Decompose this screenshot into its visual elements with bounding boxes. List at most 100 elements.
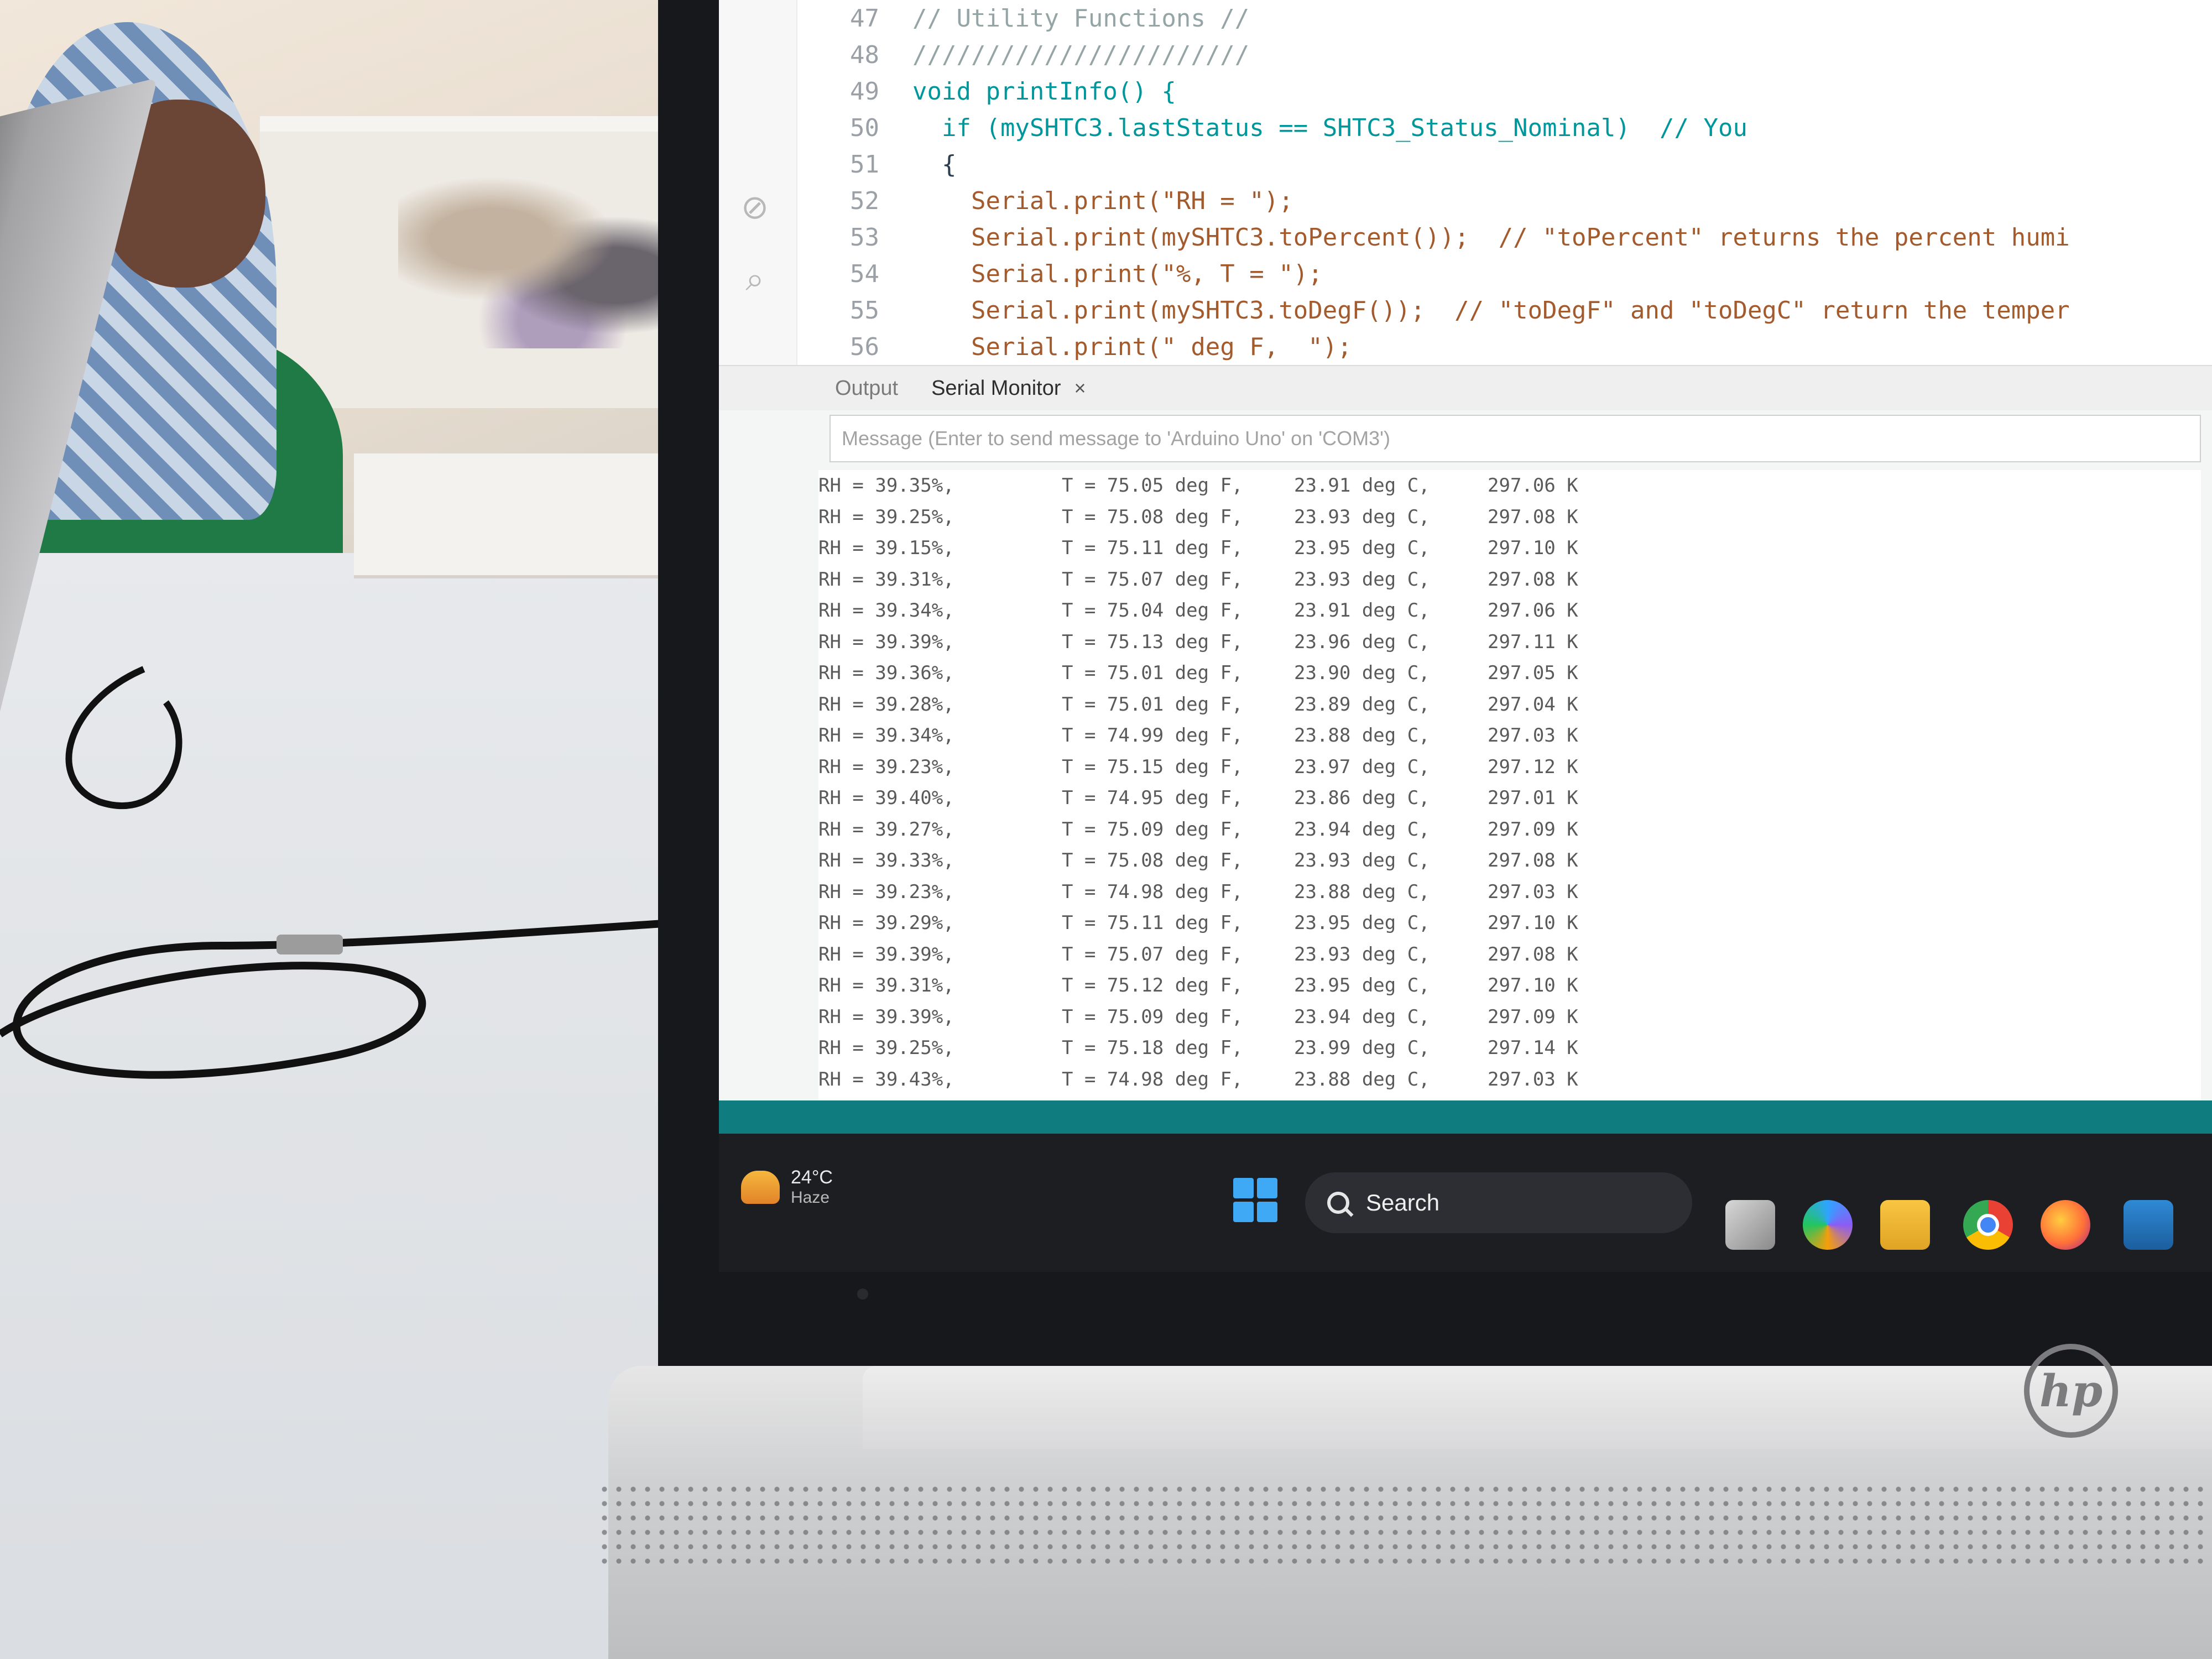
serial-tf: T = 75.07 deg F, [1062, 943, 1243, 966]
code-line[interactable]: 48 /////////////////////// [813, 36, 2195, 73]
weather-widget[interactable]: 24°C Haze [741, 1167, 833, 1207]
weather-temperature: 24°C [791, 1167, 833, 1188]
serial-tc: 23.95 deg C, [1294, 974, 1430, 997]
store-icon[interactable] [2124, 1200, 2173, 1250]
panel-tabs: Output Serial Monitor × [719, 365, 2212, 410]
serial-row: RH = 39.23%, T = 74.98 deg F, 23.88 deg C,… [818, 877, 2201, 908]
serial-rh: RH = 39.39%, [818, 1005, 954, 1028]
code-text: // Utility Functions // [912, 4, 1250, 33]
code-text: Serial.print(mySHTC3.toDegF()); // "toDe… [912, 296, 2070, 325]
serial-tf: T = 75.09 deg F, [1062, 1005, 1243, 1028]
serial-row: RH = 39.31%, T = 75.12 deg F, 23.95 deg C,… [818, 970, 2201, 1001]
line-number: 52 [850, 186, 879, 215]
serial-tk: 297.01 K [1488, 787, 1578, 810]
code-line[interactable]: 49 void printInfo() { [813, 73, 2195, 109]
serial-row: RH = 39.39%, T = 75.13 deg F, 23.96 deg C,… [818, 627, 2201, 658]
code-editor[interactable]: ⊘ ⌕ 47 // Utility Functions // 48 /////////… [719, 0, 2212, 365]
serial-tf: T = 74.98 deg F, [1062, 1068, 1243, 1091]
line-number: 48 [850, 40, 879, 69]
code-line[interactable]: 53 Serial.print(mySHTC3.toPercent()); //… [813, 219, 2195, 255]
laptop-screen: ⊘ ⌕ 47 // Utility Functions // 48 /////////… [719, 0, 2212, 1272]
serial-tk: 297.10 K [1488, 974, 1578, 997]
serial-tk: 297.08 K [1488, 505, 1578, 528]
chrome-icon[interactable] [1963, 1200, 2013, 1250]
serial-tf: T = 75.04 deg F, [1062, 599, 1243, 622]
usb-cable [0, 666, 664, 1079]
serial-tf: T = 75.18 deg F, [1062, 1037, 1243, 1060]
code-line[interactable]: 55 Serial.print(mySHTC3.toDegF()); // "t… [813, 292, 2195, 328]
serial-tc: 23.91 deg C, [1294, 474, 1430, 497]
search-sidebar-icon[interactable]: ⌕ [735, 260, 774, 299]
serial-rh: RH = 39.28%, [818, 693, 954, 716]
close-icon[interactable]: × [1074, 377, 1086, 400]
serial-tk: 297.10 K [1488, 912, 1578, 935]
serial-rh: RH = 39.29%, [818, 912, 954, 935]
debug-icon[interactable]: ⊘ [735, 188, 774, 227]
serial-tc: 23.88 deg C, [1294, 1068, 1430, 1091]
serial-tk: 297.14 K [1488, 1037, 1578, 1060]
file-explorer-icon[interactable] [1880, 1200, 1930, 1250]
code-text: /////////////////////// [912, 40, 1250, 69]
line-number: 50 [850, 113, 879, 142]
serial-tk: 297.12 K [1488, 755, 1578, 778]
serial-rh: RH = 39.25%, [818, 1037, 954, 1060]
serial-tc: 23.88 deg C, [1294, 880, 1430, 903]
task-view-icon[interactable] [1725, 1200, 1775, 1250]
serial-rh: RH = 39.23%, [818, 755, 954, 778]
serial-tf: T = 75.01 deg F, [1062, 662, 1243, 685]
code-line[interactable]: 47 // Utility Functions // [813, 0, 2195, 36]
serial-message-placeholder: Message (Enter to send message to 'Ardui… [842, 427, 1390, 450]
serial-tf: T = 75.13 deg F, [1062, 630, 1243, 653]
serial-tk: 297.08 K [1488, 568, 1578, 591]
line-number: 49 [850, 77, 879, 106]
editor-sidebar: ⊘ ⌕ [719, 0, 797, 365]
serial-tf: T = 75.01 deg F, [1062, 693, 1243, 716]
code-line[interactable]: 56 Serial.print(" deg F, "); [813, 328, 2195, 365]
serial-tk: 297.09 K [1488, 1005, 1578, 1028]
serial-rh: RH = 39.23%, [818, 880, 954, 903]
code-line[interactable]: 50 if (mySHTC3.lastStatus == SHTC3_Statu… [813, 109, 2195, 146]
background-papers [354, 453, 697, 575]
serial-tk: 297.03 K [1488, 724, 1578, 747]
search-label: Search [1366, 1190, 1440, 1215]
serial-tc: 23.90 deg C, [1294, 662, 1430, 685]
serial-rh: RH = 39.35%, [818, 474, 954, 497]
serial-row: RH = 39.27%, T = 75.09 deg F, 23.94 deg C,… [818, 814, 2201, 846]
code-line[interactable]: 51 { [813, 146, 2195, 182]
serial-tf: T = 74.99 deg F, [1062, 724, 1243, 747]
serial-output[interactable]: RH = 39.35%, T = 75.05 deg F, 23.91 deg C,… [818, 470, 2201, 1100]
serial-tc: 23.93 deg C, [1294, 568, 1430, 591]
serial-tf: T = 75.11 deg F, [1062, 537, 1243, 560]
tab-output[interactable]: Output [835, 377, 898, 400]
serial-message-input[interactable]: Message (Enter to send message to 'Ardui… [830, 415, 2201, 462]
serial-row: RH = 39.34%, T = 75.04 deg F, 23.91 deg C,… [818, 595, 2201, 627]
windows-start-icon[interactable] [1233, 1178, 1277, 1222]
serial-tf: T = 75.08 deg F, [1062, 505, 1243, 528]
serial-tf: T = 75.12 deg F, [1062, 974, 1243, 997]
line-number: 54 [850, 259, 879, 288]
code-text: Serial.print(" deg F, "); [912, 332, 1352, 361]
firefox-icon[interactable] [2041, 1200, 2090, 1250]
serial-tk: 297.04 K [1488, 693, 1578, 716]
serial-rh: RH = 39.34%, [818, 724, 954, 747]
tab-serial-monitor[interactable]: Serial Monitor × [931, 377, 1086, 400]
serial-tk: 297.08 K [1488, 943, 1578, 966]
code-text: void printInfo() { [912, 77, 1176, 106]
serial-tk: 297.03 K [1488, 1068, 1578, 1091]
serial-row: RH = 39.39%, T = 75.09 deg F, 23.94 deg C,… [818, 1001, 2201, 1033]
code-text: if (mySHTC3.lastStatus == SHTC3_Status_N… [912, 113, 1747, 142]
weather-condition: Haze [791, 1188, 830, 1207]
serial-tk: 297.06 K [1488, 474, 1578, 497]
copilot-icon[interactable] [1803, 1200, 1853, 1250]
taskbar-search[interactable]: Search [1305, 1172, 1692, 1233]
code-lines: 47 // Utility Functions // 48 /////////////… [813, 0, 2195, 365]
serial-tk: 297.11 K [1488, 630, 1578, 653]
code-line[interactable]: 52 Serial.print("RH = "); [813, 182, 2195, 219]
serial-tk: 297.10 K [1488, 537, 1578, 560]
serial-tc: 23.93 deg C, [1294, 849, 1430, 872]
serial-tf: T = 75.09 deg F, [1062, 818, 1243, 841]
serial-rh: RH = 39.36%, [818, 662, 954, 685]
serial-tc: 23.95 deg C, [1294, 537, 1430, 560]
code-line[interactable]: 54 Serial.print("%, T = "); [813, 255, 2195, 292]
serial-rh: RH = 39.40%, [818, 787, 954, 810]
